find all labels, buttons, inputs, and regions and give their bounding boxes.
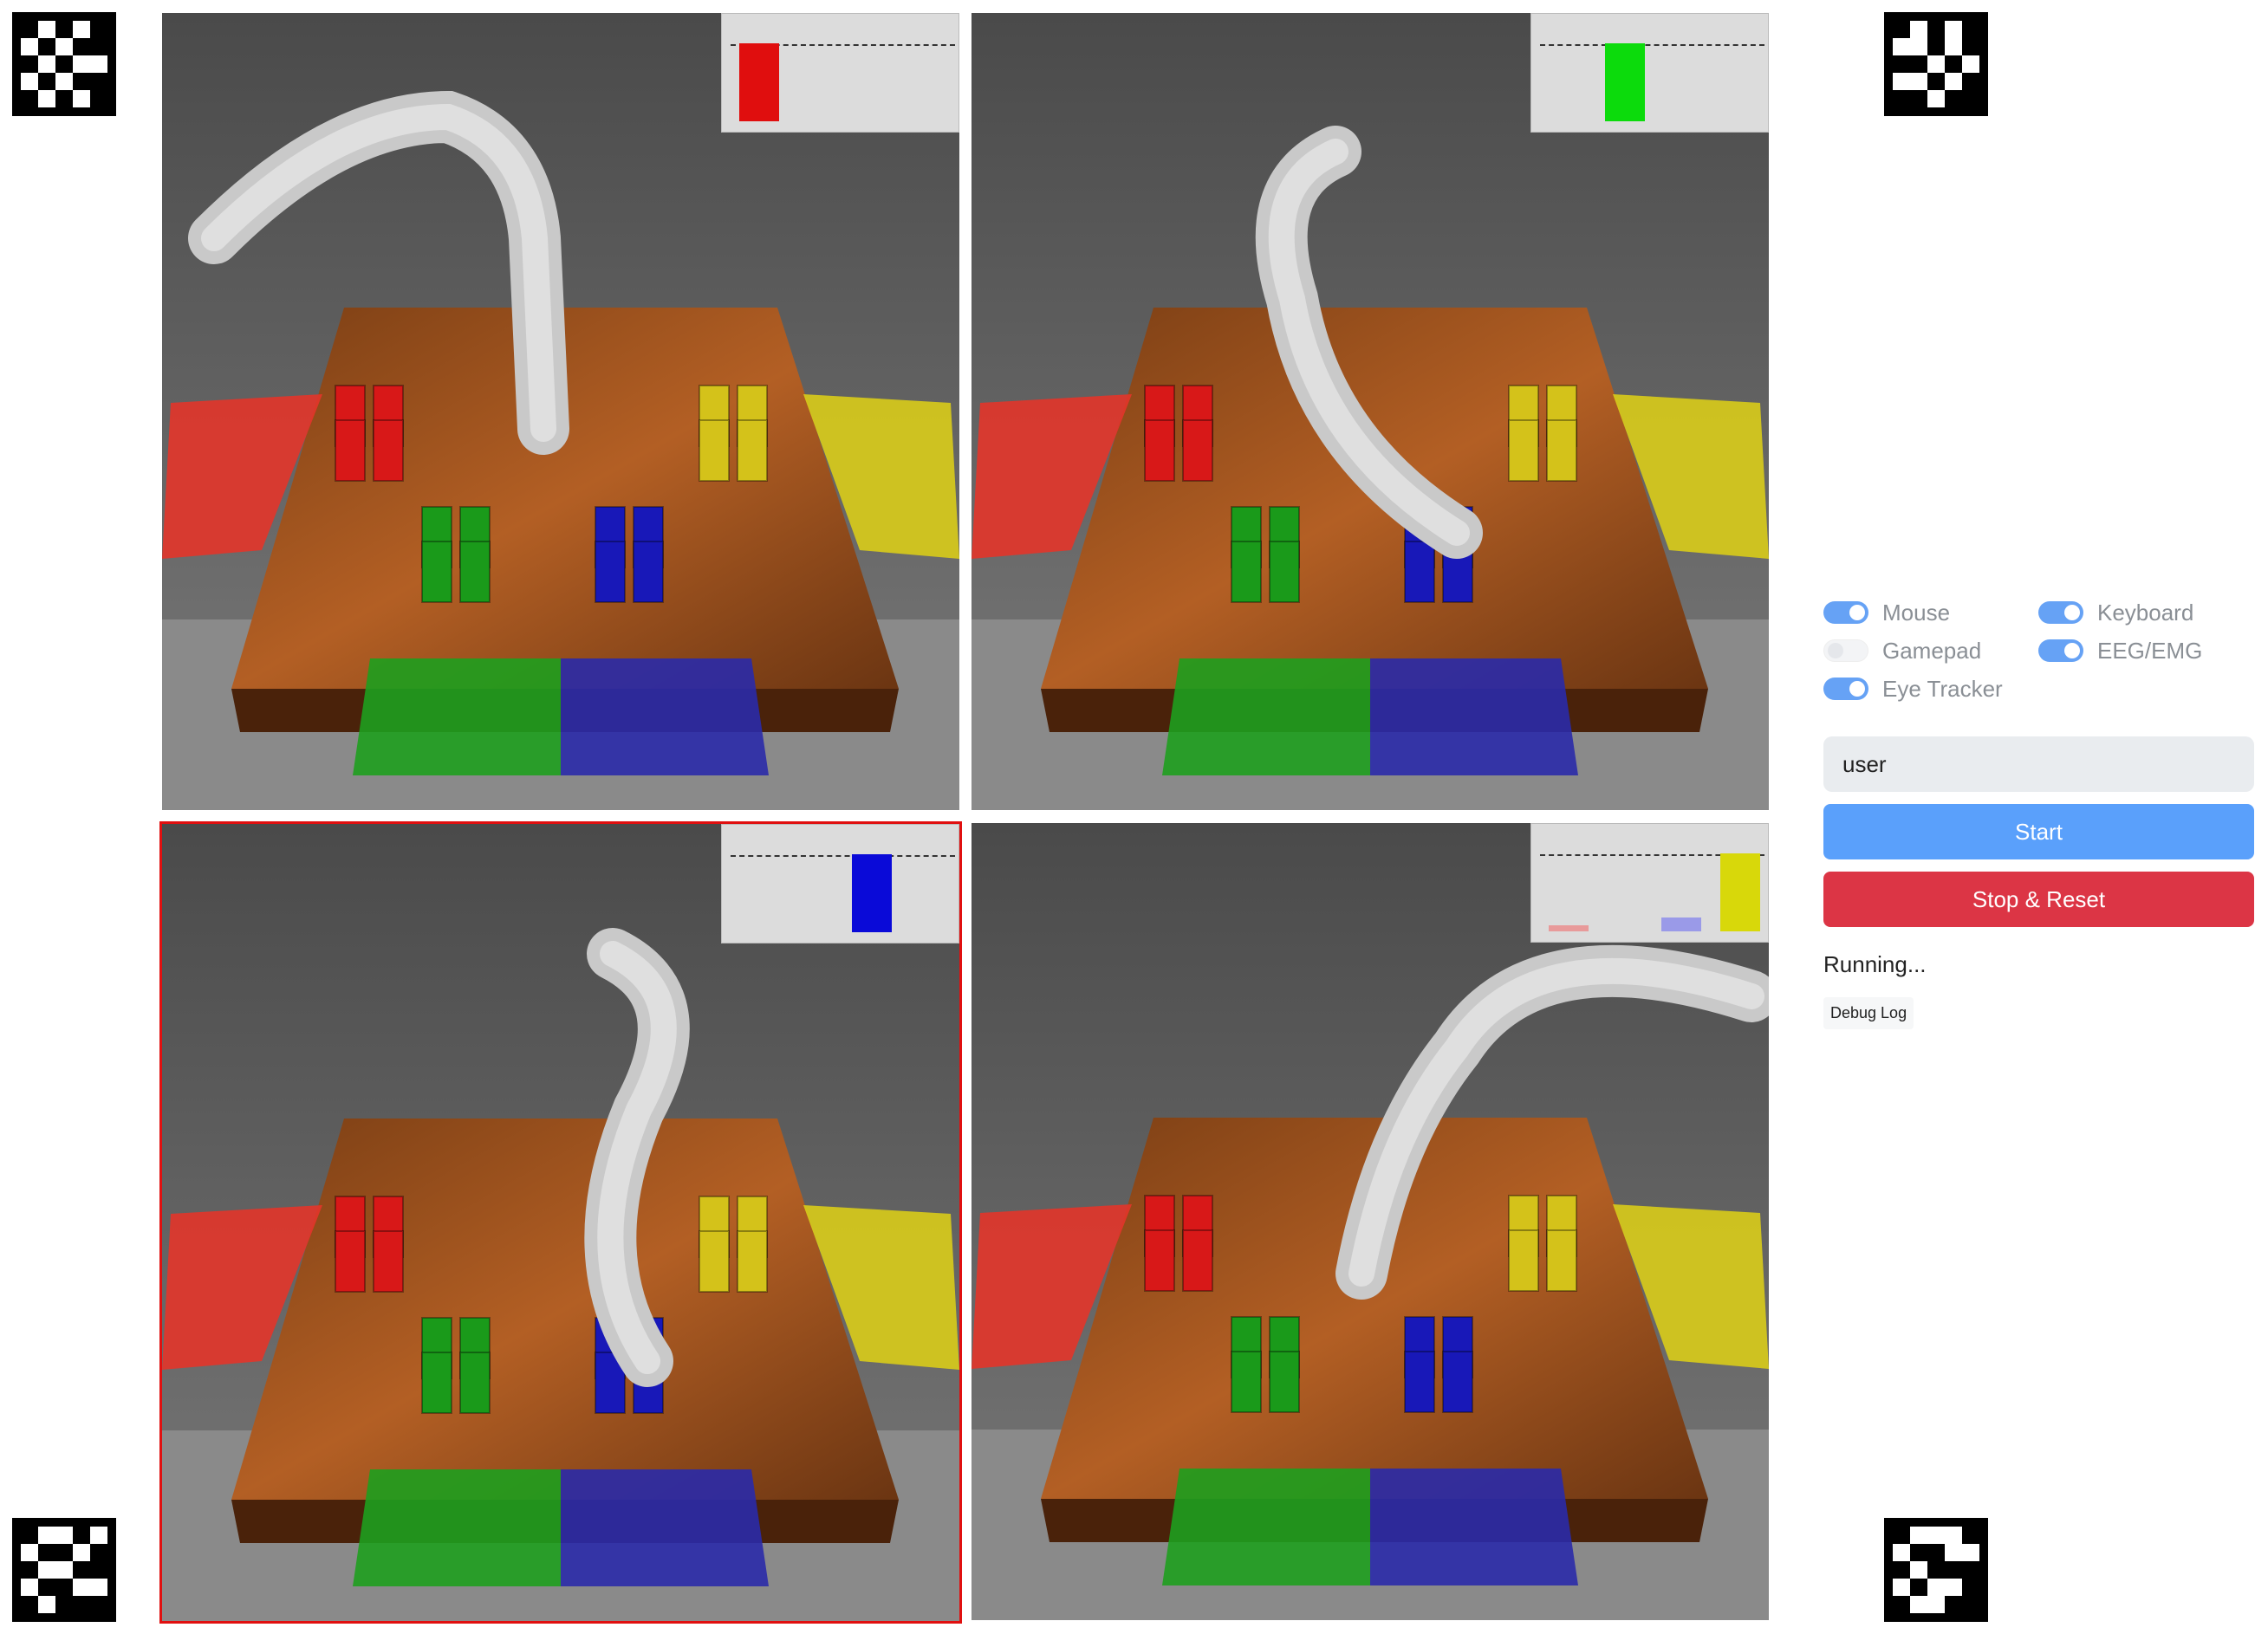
debug-log-button[interactable]: Debug Log	[1823, 997, 1914, 1029]
sim-view-bottom-right[interactable]	[972, 823, 1769, 1620]
probability-bars	[1530, 13, 1769, 133]
eeg-emg-label: EEG/EMG	[2097, 637, 2203, 664]
username-input[interactable]	[1823, 736, 2254, 792]
stop-reset-button[interactable]: Stop & Reset	[1823, 872, 2254, 927]
eeg-emg-switch[interactable]	[2038, 639, 2083, 662]
sim-view-bottom-left[interactable]	[159, 821, 962, 1624]
sim-view-top-right[interactable]	[972, 13, 1769, 810]
robot-scene	[162, 824, 959, 1621]
robot-scene	[162, 13, 959, 810]
probability-bars	[1530, 823, 1769, 943]
toggle-keyboard[interactable]: Keyboard	[2038, 598, 2253, 627]
fiducial-marker-top-left	[12, 12, 116, 116]
keyboard-label: Keyboard	[2097, 599, 2194, 626]
gamepad-switch[interactable]	[1823, 639, 1868, 662]
robot-scene	[972, 823, 1769, 1620]
toggle-gamepad[interactable]: Gamepad	[1823, 636, 2038, 665]
toggle-eye-tracker[interactable]: Eye Tracker	[1823, 674, 2038, 704]
probability-bars	[721, 13, 959, 133]
robot-scene	[972, 13, 1769, 810]
probability-bar	[852, 854, 892, 932]
threshold-line	[731, 855, 955, 857]
probability-bar	[1605, 43, 1645, 121]
status-text: Running...	[1823, 951, 1927, 977]
gamepad-label: Gamepad	[1882, 637, 1982, 664]
start-button[interactable]: Start	[1823, 804, 2254, 859]
fiducial-marker-bottom-left	[12, 1518, 116, 1622]
eye-tracker-label: Eye Tracker	[1882, 675, 2003, 702]
fiducial-marker-bottom-right	[1884, 1518, 1988, 1622]
mouse-switch[interactable]	[1823, 601, 1868, 624]
probability-bar	[1549, 925, 1589, 931]
control-sidebar: Mouse Keyboard Gamepad EEG/EMG Eye Track…	[1823, 598, 2254, 1029]
input-toggles: Mouse Keyboard Gamepad EEG/EMG Eye Track…	[1823, 598, 2254, 704]
toggle-eeg-emg[interactable]: EEG/EMG	[2038, 636, 2253, 665]
sim-view-top-left[interactable]	[162, 13, 959, 810]
probability-bar	[739, 43, 779, 121]
probability-bar	[1661, 918, 1701, 931]
probability-bars	[721, 824, 959, 943]
keyboard-switch[interactable]	[2038, 601, 2083, 624]
eye-tracker-switch[interactable]	[1823, 678, 1868, 700]
toggle-mouse[interactable]: Mouse	[1823, 598, 2038, 627]
threshold-line	[1540, 44, 1764, 46]
mouse-label: Mouse	[1882, 599, 1951, 626]
probability-bar	[1720, 853, 1760, 931]
fiducial-marker-top-right	[1884, 12, 1988, 116]
